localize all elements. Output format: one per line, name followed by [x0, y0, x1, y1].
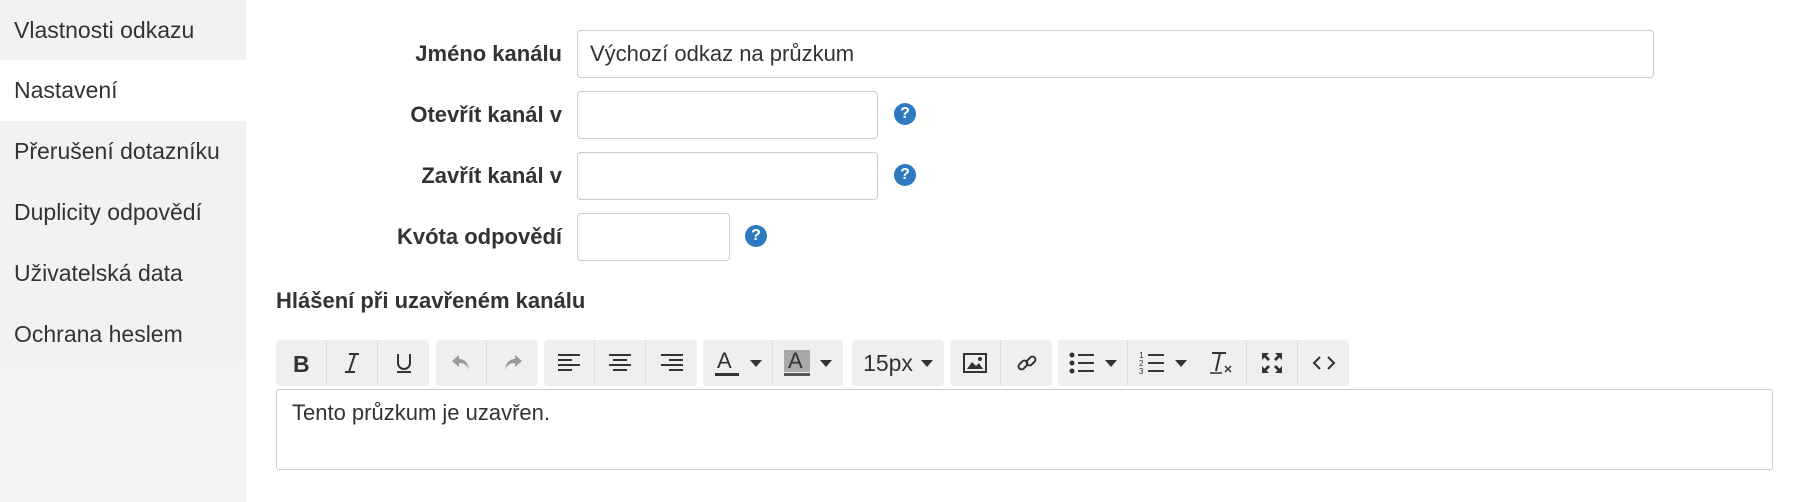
sidebar-item-settings[interactable]: Nastavení [0, 60, 246, 121]
code-view-button[interactable] [1298, 340, 1349, 386]
channel-name-label: Jméno kanálu [415, 41, 562, 66]
font-size-group: 15px [852, 340, 944, 386]
history-group [436, 340, 538, 386]
quota-input[interactable] [577, 213, 730, 261]
channel-name-row: Jméno kanálu [276, 30, 1776, 78]
page: Vlastnosti odkazu Nastavení Přerušení do… [0, 0, 1797, 502]
close-channel-label: Zavřít kanál v [421, 163, 562, 188]
align-right-button[interactable] [646, 340, 697, 386]
chevron-down-icon [820, 359, 832, 367]
bold-icon: B [293, 351, 310, 375]
insert-link-button[interactable] [1001, 340, 1052, 386]
highlight-color-button[interactable]: A [773, 340, 843, 386]
clear-format-button[interactable] [1196, 340, 1247, 386]
sidebar-item-link-properties[interactable]: Vlastnosti odkazu [0, 0, 246, 60]
font-size-dropdown[interactable]: 15px [852, 340, 944, 386]
undo-icon [452, 355, 469, 370]
close-channel-input[interactable] [577, 152, 878, 200]
align-center-icon [609, 354, 631, 371]
clear-format-icon [1210, 352, 1232, 374]
italic-button[interactable] [327, 340, 378, 386]
sidebar-item-label: Přerušení dotazníku [14, 138, 220, 164]
font-size-value: 15px [863, 349, 913, 376]
sidebar-item-user-data[interactable]: Uživatelská data [0, 243, 246, 304]
numbered-list-icon: 123 [1139, 351, 1164, 375]
help-icon[interactable]: ? [894, 164, 916, 186]
redo-icon [504, 355, 522, 370]
font-color-icon: A [714, 348, 739, 376]
closed-channel-message-title: Hlášení při uzavřeném kanálu [276, 288, 586, 313]
sidebar-item-label: Duplicity odpovědí [14, 199, 202, 225]
sidebar-item-response-duplicates[interactable]: Duplicity odpovědí [0, 182, 246, 243]
bullet-list-button[interactable] [1058, 340, 1128, 386]
insert-image-button[interactable] [950, 340, 1001, 386]
highlight-color-icon: A [784, 348, 810, 376]
help-icon[interactable]: ? [745, 225, 767, 247]
misc-group [1196, 340, 1349, 386]
sidebar: Vlastnosti odkazu Nastavení Přerušení do… [0, 0, 246, 502]
list-group: 123 [1058, 340, 1198, 386]
open-channel-input[interactable] [577, 91, 878, 139]
svg-text:3: 3 [1139, 367, 1144, 375]
undo-button[interactable] [436, 340, 487, 386]
open-channel-row: Otevřít kanál v ? [276, 91, 1776, 139]
numbered-list-button[interactable]: 123 [1128, 340, 1198, 386]
font-color-button[interactable]: A [703, 340, 773, 386]
chevron-down-icon [920, 359, 933, 367]
color-group: A A [703, 340, 843, 386]
sidebar-item-label: Uživatelská data [14, 260, 183, 286]
bold-button[interactable]: B [276, 340, 327, 386]
fullscreen-button[interactable] [1247, 340, 1298, 386]
chevron-down-icon [1104, 359, 1117, 367]
align-right-icon [660, 354, 683, 371]
underline-button[interactable] [378, 340, 429, 386]
align-group [544, 340, 697, 386]
link-icon [1017, 355, 1036, 371]
help-icon[interactable]: ? [894, 103, 916, 125]
sidebar-item-password-protection[interactable]: Ochrana heslem [0, 304, 246, 365]
svg-text:B: B [293, 351, 310, 375]
quota-label: Kvóta odpovědí [396, 224, 562, 249]
insert-group [950, 340, 1052, 386]
format-group: B [276, 340, 429, 386]
channel-name-input[interactable] [577, 30, 1654, 78]
italic-icon [345, 353, 359, 373]
message-editor[interactable]: Tento průzkum je uzavřen. [276, 389, 1773, 470]
redo-button[interactable] [487, 340, 538, 386]
sidebar-item-label: Nastavení [14, 77, 118, 103]
bullet-list-icon [1069, 352, 1094, 374]
align-center-button[interactable] [595, 340, 646, 386]
close-channel-row: Zavřít kanál v ? [276, 152, 1776, 200]
svg-text:A: A [717, 348, 732, 373]
chevron-down-icon [1175, 359, 1187, 367]
fullscreen-icon [1262, 353, 1282, 373]
svg-text:A: A [788, 348, 803, 373]
align-left-button[interactable] [544, 340, 595, 386]
editor-content: Tento průzkum je uzavřen. [292, 400, 551, 425]
open-channel-label: Otevřít kanál v [410, 102, 562, 127]
underline-icon [396, 354, 411, 373]
align-left-icon [558, 354, 580, 371]
code-view-icon [1312, 356, 1335, 370]
sidebar-item-label: Ochrana heslem [14, 321, 183, 347]
quota-row: Kvóta odpovědí ? [276, 213, 1776, 261]
sidebar-item-questionnaire-interruption[interactable]: Přerušení dotazníku [0, 121, 246, 182]
sidebar-item-label: Vlastnosti odkazu [14, 17, 195, 43]
image-icon [963, 353, 987, 373]
chevron-down-icon [749, 359, 762, 367]
